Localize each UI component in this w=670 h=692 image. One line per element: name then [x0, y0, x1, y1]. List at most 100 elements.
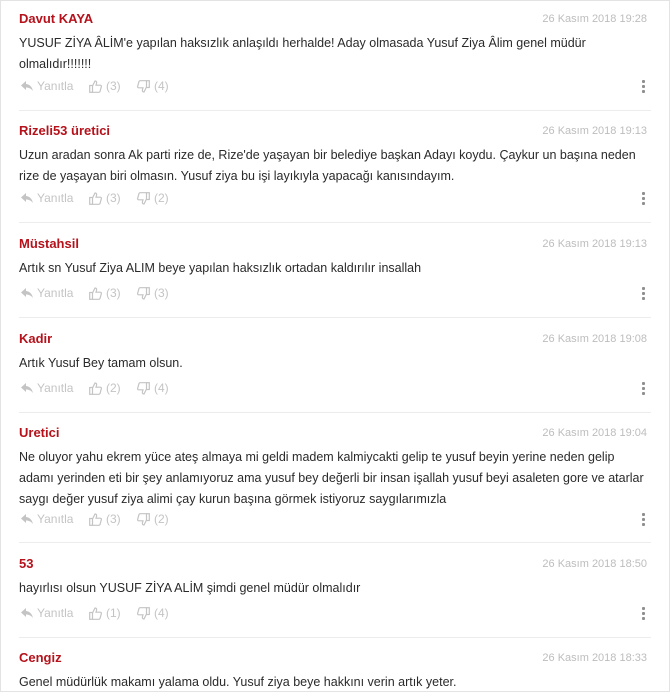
like-count: (2) [106, 381, 121, 395]
dislike-button[interactable]: (2) [137, 512, 169, 526]
dislike-count: (4) [154, 606, 169, 620]
comment-actions: Yanıtla (3) (2) [19, 512, 651, 528]
comment-item: 53 26 Kasım 2018 18:50 hayırlısı olsun Y… [19, 556, 651, 599]
reply-button[interactable]: Yanıtla [21, 79, 73, 93]
reply-label: Yanıtla [37, 79, 74, 93]
reply-icon [21, 81, 33, 91]
comment-item: Davut KAYA 26 Kasım 2018 19:28 YUSUF ZİY… [19, 11, 651, 75]
divider [19, 412, 651, 413]
thumbs-up-icon [89, 79, 102, 93]
dislike-button[interactable]: (3) [137, 286, 169, 300]
reply-label: Yanıtla [37, 606, 74, 620]
dislike-count: (4) [154, 381, 169, 395]
like-count: (3) [106, 79, 121, 93]
reply-button[interactable]: Yanıtla [21, 286, 73, 300]
comment-author[interactable]: Uretici [19, 425, 59, 440]
like-button[interactable]: (3) [89, 286, 121, 300]
comment-item: Müstahsil 26 Kasım 2018 19:13 Artık sn Y… [19, 236, 651, 279]
dislike-count: (2) [154, 191, 169, 205]
comment-author[interactable]: Rizeli53 üretici [19, 123, 110, 138]
divider [19, 110, 651, 111]
comment-date: 26 Kasım 2018 19:13 [542, 238, 647, 250]
thumbs-up-icon [89, 286, 102, 300]
divider [19, 222, 651, 223]
more-options-icon[interactable] [642, 607, 645, 622]
more-options-icon[interactable] [642, 80, 645, 95]
thumbs-down-icon [137, 79, 150, 93]
reply-label: Yanıtla [37, 191, 74, 205]
reply-button[interactable]: Yanıtla [21, 606, 73, 620]
like-count: (1) [106, 606, 121, 620]
thumbs-down-icon [137, 286, 150, 300]
thumbs-down-icon [137, 512, 150, 526]
comment-item: Kadir 26 Kasım 2018 19:08 Artık Yusuf Be… [19, 331, 651, 374]
more-options-icon[interactable] [642, 287, 645, 302]
reply-icon [21, 383, 33, 393]
more-options-icon[interactable] [642, 192, 645, 207]
divider [19, 317, 651, 318]
comment-date: 26 Kasım 2018 18:50 [542, 558, 647, 570]
comment-date: 26 Kasım 2018 19:08 [542, 333, 647, 345]
reply-label: Yanıtla [37, 381, 74, 395]
dislike-count: (2) [154, 512, 169, 526]
comment-actions: Yanıtla (1) (4) [19, 606, 651, 622]
divider [19, 637, 651, 638]
reply-icon [21, 514, 33, 524]
divider [19, 542, 651, 543]
comment-item: Cengiz 26 Kasım 2018 18:33 Genel müdürlü… [19, 650, 651, 691]
dislike-count: (4) [154, 79, 169, 93]
comment-actions: Yanıtla (3) (2) [19, 191, 651, 207]
more-options-icon[interactable] [642, 513, 645, 528]
like-button[interactable]: (3) [89, 79, 121, 93]
comment-author[interactable]: 53 [19, 556, 33, 571]
dislike-button[interactable]: (2) [137, 191, 169, 205]
comment-author[interactable]: Davut KAYA [19, 11, 93, 26]
comment-actions: Yanıtla (2) (4) [19, 381, 651, 397]
comment-text: Uzun aradan sonra Ak parti rize de, Rize… [19, 148, 636, 183]
dislike-button[interactable]: (4) [137, 79, 169, 93]
like-button[interactable]: (2) [89, 381, 121, 395]
thumbs-up-icon [89, 606, 102, 620]
like-button[interactable]: (1) [89, 606, 121, 620]
thumbs-down-icon [137, 606, 150, 620]
like-count: (3) [106, 512, 121, 526]
reply-button[interactable]: Yanıtla [21, 191, 73, 205]
comment-actions: Yanıtla (3) (4) [19, 79, 651, 95]
reply-icon [21, 288, 33, 298]
thumbs-down-icon [137, 381, 150, 395]
reply-button[interactable]: Yanıtla [21, 512, 73, 526]
thumbs-up-icon [89, 512, 102, 526]
comment-text: Artık Yusuf Bey tamam olsun. [19, 356, 183, 370]
comment-date: 26 Kasım 2018 18:33 [542, 652, 647, 664]
comment-author[interactable]: Cengiz [19, 650, 62, 665]
reply-icon [21, 193, 33, 203]
comment-item: Uretici 26 Kasım 2018 19:04 Ne oluyor ya… [19, 425, 651, 510]
comment-text: hayırlısı olsun YUSUF ZİYA ALİM şimdi ge… [19, 581, 361, 595]
more-options-icon[interactable] [642, 382, 645, 397]
comment-date: 26 Kasım 2018 19:04 [542, 427, 647, 439]
comment-author[interactable]: Kadir [19, 331, 52, 346]
like-button[interactable]: (3) [89, 512, 121, 526]
comment-item: Rizeli53 üretici 26 Kasım 2018 19:13 Uzu… [19, 123, 651, 187]
dislike-count: (3) [154, 286, 169, 300]
comment-date: 26 Kasım 2018 19:28 [542, 13, 647, 25]
dislike-button[interactable]: (4) [137, 606, 169, 620]
comment-text: Genel müdürlük makamı yalama oldu. Yusuf… [19, 675, 457, 689]
reply-label: Yanıtla [37, 286, 74, 300]
comments-panel: Davut KAYA 26 Kasım 2018 19:28 YUSUF ZİY… [0, 0, 670, 692]
like-button[interactable]: (3) [89, 191, 121, 205]
like-count: (3) [106, 191, 121, 205]
like-count: (3) [106, 286, 121, 300]
comment-text: YUSUF ZİYA ÂLİM'e yapılan haksızlık anla… [19, 36, 586, 71]
reply-icon [21, 608, 33, 618]
thumbs-up-icon [89, 191, 102, 205]
comment-text: Artık sn Yusuf Ziya ALIM beye yapılan ha… [19, 261, 422, 275]
comment-actions: Yanıtla (3) (3) [19, 286, 651, 302]
reply-label: Yanıtla [37, 512, 74, 526]
comment-author[interactable]: Müstahsil [19, 236, 79, 251]
comment-text: Ne oluyor yahu ekrem yüce ateş almaya mi… [19, 450, 644, 506]
dislike-button[interactable]: (4) [137, 381, 169, 395]
thumbs-down-icon [137, 191, 150, 205]
comment-date: 26 Kasım 2018 19:13 [542, 125, 647, 137]
reply-button[interactable]: Yanıtla [21, 381, 73, 395]
